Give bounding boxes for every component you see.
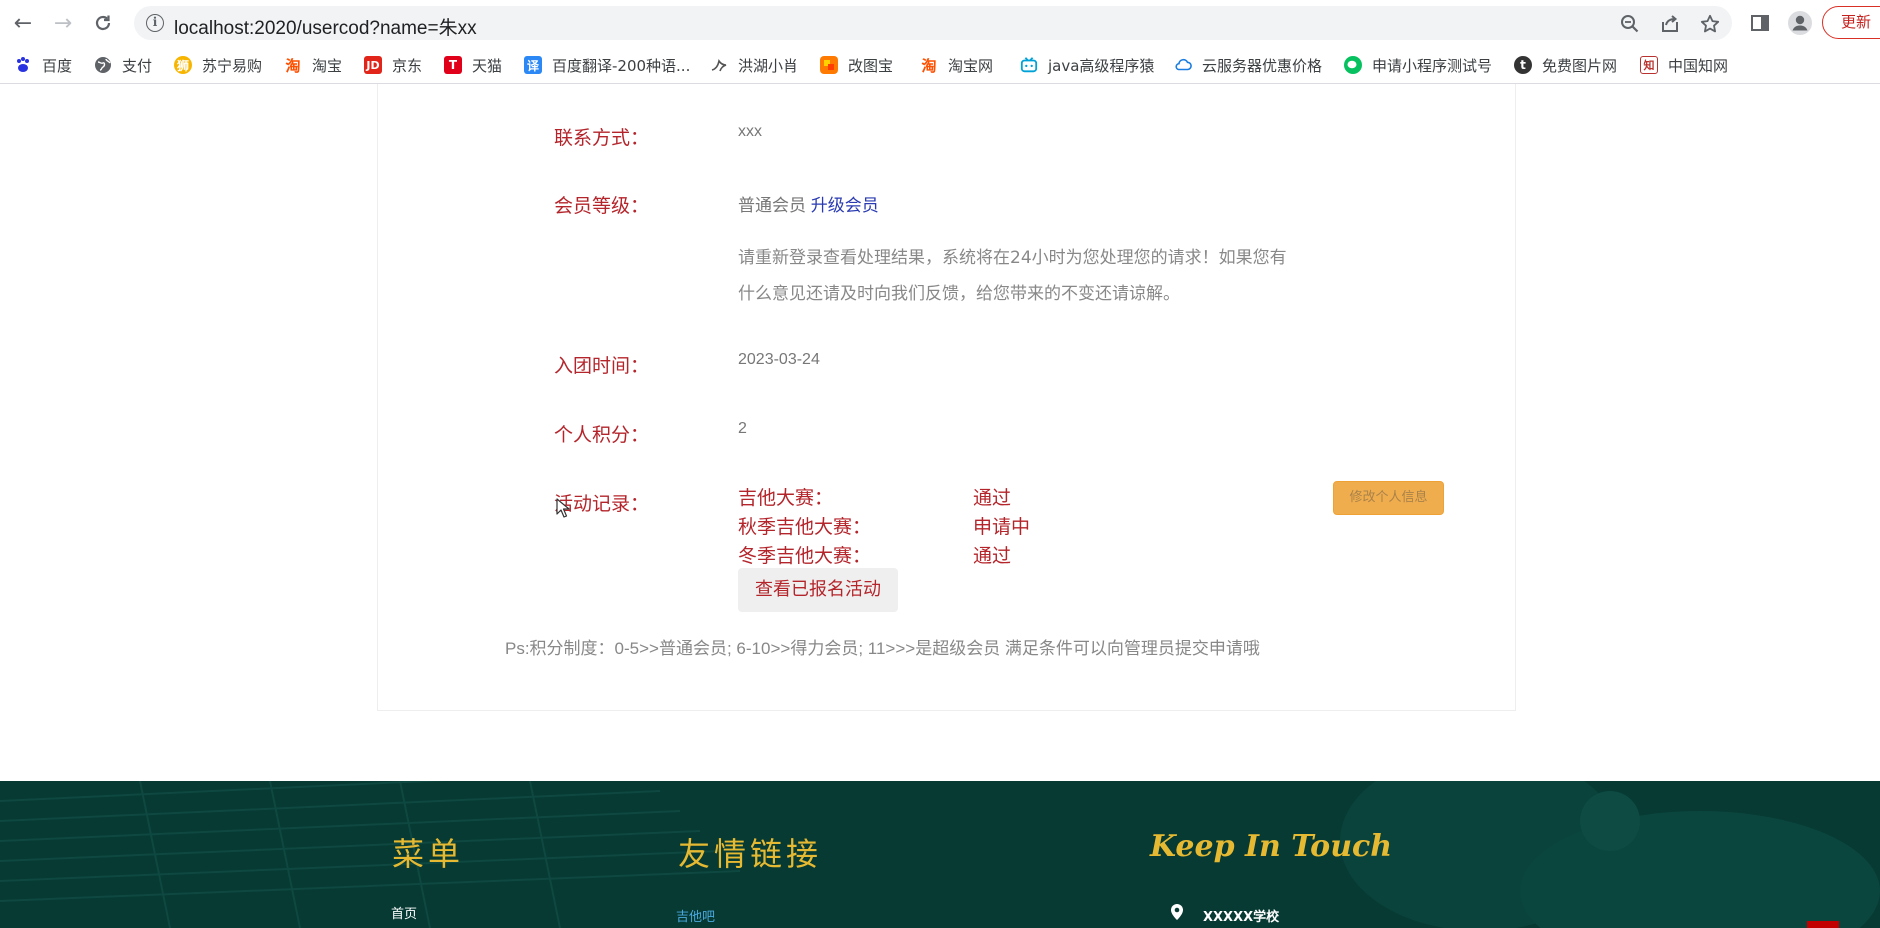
- baidu-paw-icon: [14, 56, 32, 74]
- points-rule-note: Ps:积分制度：0-5>>普通会员; 6-10>>得力会员; 11>>>是超级会…: [505, 639, 1260, 658]
- bookmark-java[interactable]: java高级程序猿: [1020, 54, 1154, 76]
- update-button[interactable]: 更新: [1822, 6, 1880, 39]
- guitar-background-texture: [0, 781, 1880, 928]
- contact-value: xxx: [738, 123, 762, 140]
- activity-name: 秋季吉他大赛：: [738, 516, 872, 538]
- bookmark-tmall[interactable]: T 天猫: [444, 54, 502, 76]
- forward-arrow-icon[interactable]: →: [48, 8, 78, 38]
- bookmark-label: 中国知网: [1668, 56, 1729, 75]
- member-level-text: 普通会员: [738, 196, 806, 215]
- profile-card: [377, 84, 1516, 711]
- bookmark-jd[interactable]: JD 京东: [364, 54, 422, 76]
- footer-school-address: XXXXX学校: [1203, 910, 1280, 925]
- edit-profile-button[interactable]: 修改个人信息: [1333, 481, 1444, 515]
- footer-menu-title: 菜单: [392, 835, 465, 873]
- bookmark-baidu-translate[interactable]: 译 百度翻译-200种语...: [524, 54, 690, 76]
- activity-status: 通过: [973, 545, 1012, 567]
- member-level-label: 会员等级：: [554, 195, 650, 217]
- url-text[interactable]: localhost:2020/usercod?name=朱xx: [174, 13, 477, 40]
- wechat-icon: [1344, 56, 1362, 74]
- bookmark-label: 支付: [122, 56, 153, 75]
- share-icon[interactable]: [1658, 12, 1682, 36]
- bookmark-label: 洪湖小肖: [738, 56, 799, 75]
- cloud-icon: [1174, 56, 1192, 74]
- gaitubao-icon: [820, 56, 838, 74]
- bookmark-taobao-net[interactable]: 淘 淘宝网: [920, 54, 993, 76]
- footer-friends-title: 友情链接: [678, 835, 823, 873]
- footer-link-home[interactable]: 首页: [391, 903, 417, 922]
- join-date-label: 入团时间：: [554, 355, 650, 377]
- member-level-value: 普通会员 升级会员: [738, 191, 879, 216]
- bookmark-star-icon[interactable]: [1698, 12, 1722, 36]
- suning-lion-icon: 狮: [174, 56, 192, 74]
- t-icon: t: [1514, 56, 1532, 74]
- tmall-icon: T: [444, 56, 462, 74]
- mouse-cursor-icon: [556, 498, 570, 522]
- cnki-icon: 知: [1640, 56, 1658, 74]
- bookmark-cloud[interactable]: 云服务器优惠价格: [1174, 54, 1322, 76]
- browser-toolbar: ← → i localhost:2020/usercod?name=朱xx 更新: [0, 0, 1880, 46]
- activity-name: 吉他大赛：: [738, 487, 834, 509]
- bird-icon: [710, 56, 728, 74]
- bookmark-label: 改图宝: [848, 56, 894, 75]
- view-registered-activities-button[interactable]: 查看已报名活动: [738, 568, 898, 612]
- bookmark-taobao[interactable]: 淘 淘宝: [284, 54, 342, 76]
- bookmark-suning[interactable]: 狮 苏宁易购: [174, 54, 262, 76]
- bookmark-label: 百度翻译-200种语...: [552, 56, 691, 75]
- bookmark-cnki[interactable]: 知 中国知网: [1640, 54, 1728, 76]
- globe-icon: [94, 56, 112, 74]
- activity-status: 申请中: [973, 516, 1031, 538]
- processing-note-line: 请重新登录查看处理结果，系统将在24小时为您处理您的请求！如果您有: [738, 248, 1287, 268]
- activity-status: 通过: [973, 487, 1012, 509]
- bookmark-honghu[interactable]: 洪湖小肖: [710, 54, 798, 76]
- bookmark-label: 淘宝: [312, 56, 343, 75]
- address-bar[interactable]: i localhost:2020/usercod?name=朱xx: [134, 6, 1732, 40]
- site-info-icon[interactable]: i: [146, 14, 164, 32]
- bookmark-label: 天猫: [472, 56, 503, 75]
- side-panel-icon[interactable]: [1746, 9, 1774, 37]
- reload-icon[interactable]: [88, 8, 118, 38]
- footer-link-guitar-bar[interactable]: 吉他吧: [676, 906, 715, 925]
- back-arrow-icon[interactable]: ←: [8, 8, 38, 38]
- bookmark-label: java高级程序猿: [1048, 56, 1155, 75]
- bookmark-free-images[interactable]: t 免费图片网: [1514, 54, 1617, 76]
- join-date-value: 2023-03-24: [738, 351, 820, 368]
- bookmark-label: 百度: [42, 56, 73, 75]
- jd-icon: JD: [364, 56, 382, 74]
- translate-icon: 译: [524, 56, 542, 74]
- processing-note: 请重新登录查看处理结果，系统将在24小时为您处理您的请求！如果您有 什么意见还请…: [738, 240, 1328, 312]
- processing-note-line: 什么意见还请及时向我们反馈，给您带来的不变还请谅解。: [738, 284, 1180, 304]
- points-value: 2: [738, 420, 747, 437]
- contact-label: 联系方式：: [554, 127, 650, 149]
- upgrade-member-link[interactable]: 升级会员: [811, 196, 879, 215]
- taobao-icon: 淘: [920, 56, 938, 75]
- zoom-icon[interactable]: [1618, 12, 1642, 36]
- bookmark-label: 苏宁易购: [202, 56, 263, 75]
- points-label: 个人积分：: [554, 424, 650, 446]
- bookmark-gaitubao[interactable]: 改图宝: [820, 54, 893, 76]
- bookmark-label: 淘宝网: [948, 56, 994, 75]
- taobao-icon: 淘: [284, 56, 302, 75]
- back-to-top-button[interactable]: [1807, 921, 1839, 928]
- bookmark-miniprogram[interactable]: 申请小程序测试号: [1344, 54, 1492, 76]
- location-pin-icon: [1170, 903, 1184, 925]
- bookmark-label: 京东: [392, 56, 423, 75]
- bookmark-zhifu[interactable]: 支付: [94, 54, 152, 76]
- footer-keep-in-touch-title: Keep In Touch: [1150, 829, 1393, 864]
- bookmark-label: 免费图片网: [1542, 56, 1618, 75]
- bilibili-icon: [1020, 56, 1038, 74]
- bookmark-label: 申请小程序测试号: [1372, 56, 1493, 75]
- profile-avatar-icon[interactable]: [1786, 9, 1814, 37]
- site-footer: 菜单 友情链接 Keep In Touch 首页 吉他吧 XXXXX学校: [0, 781, 1880, 928]
- bookmark-label: 云服务器优惠价格: [1202, 56, 1323, 75]
- bookmark-baidu[interactable]: 百度: [14, 54, 72, 76]
- activity-name: 冬季吉他大赛：: [738, 545, 872, 567]
- bookmarks-bar: 百度 支付 狮 苏宁易购 淘 淘宝 JD 京东 T 天猫 译 百度翻译-200种…: [0, 46, 1880, 84]
